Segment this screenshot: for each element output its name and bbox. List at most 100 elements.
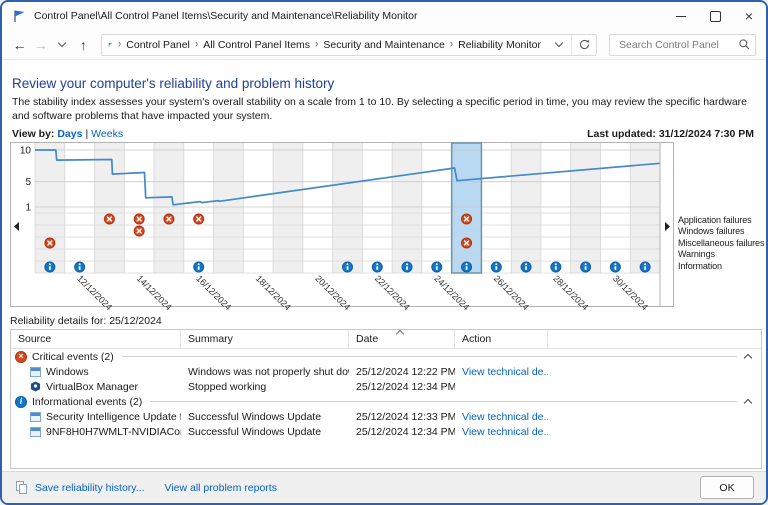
address-dropdown-button[interactable] [547, 35, 571, 55]
save-history-icon [16, 481, 27, 494]
view-technical-details-link[interactable]: View technical de... [462, 411, 548, 423]
y-tick-label: 5 [25, 177, 31, 188]
chart-day-column[interactable] [362, 143, 392, 273]
column-header-date[interactable]: Date [349, 330, 455, 348]
view-technical-details-link[interactable]: View technical de... [462, 366, 548, 378]
chart-day-column[interactable] [95, 143, 125, 273]
breadcrumb-item-reliability-monitor[interactable]: Reliability Monitor [458, 39, 541, 51]
collapse-chevron-icon[interactable] [744, 353, 752, 361]
refresh-button[interactable] [571, 35, 596, 55]
column-header-action[interactable]: Action [455, 330, 548, 348]
ok-button[interactable]: OK [700, 476, 754, 499]
windows-app-icon [30, 427, 41, 437]
row-label-application-failures: Application failures [678, 215, 764, 226]
group-divider [122, 356, 737, 357]
virtualbox-icon [30, 381, 41, 392]
page-description: The stability index assesses your system… [12, 96, 752, 123]
view-by-label: View by: [12, 128, 54, 140]
window-title: Control Panel\All Control Panel Items\Se… [34, 10, 417, 22]
back-button[interactable]: ← [10, 34, 29, 56]
view-by-separator: | [85, 128, 88, 140]
last-updated-label: Last updated: 31/12/2024 7:30 PM [587, 128, 754, 140]
chart-day-column[interactable] [422, 143, 452, 273]
security-flag-icon [108, 39, 113, 51]
chart-day-column[interactable] [392, 143, 422, 273]
chart-day-column[interactable] [333, 143, 363, 273]
close-icon: × [745, 9, 753, 23]
address-bar[interactable]: › Control Panel › All Control Panel Item… [101, 34, 597, 56]
chart-day-column[interactable] [154, 143, 184, 273]
y-tick-label: 1 [25, 203, 31, 214]
y-tick-label: 10 [20, 146, 32, 157]
chart-day-column[interactable] [452, 143, 482, 273]
minimize-button[interactable] [664, 2, 698, 30]
breadcrumb-separator: › [450, 39, 453, 51]
windows-app-icon [30, 412, 41, 422]
breadcrumb: › Control Panel › All Control Panel Item… [102, 39, 547, 51]
chart-day-column[interactable] [124, 143, 154, 273]
table-row-windows[interactable]: Windows Windows was not properly shut do… [11, 364, 761, 379]
information-icon: i [15, 396, 27, 408]
reliability-details-table: Source Summary Date Action × Critical ev… [10, 329, 762, 469]
chart-day-column[interactable] [303, 143, 333, 273]
chart-region: 105112/12/202414/12/202416/12/202418/12/… [2, 140, 766, 310]
chart-day-column[interactable] [481, 143, 511, 273]
reliability-chart[interactable]: 105112/12/202414/12/202416/12/202418/12/… [2, 140, 768, 310]
chart-day-column[interactable] [243, 143, 273, 273]
view-by-days-link[interactable]: Days [57, 128, 82, 140]
maximize-button[interactable] [698, 2, 732, 30]
critical-icon: × [15, 351, 27, 363]
recent-pages-button[interactable] [53, 34, 72, 56]
chart-day-column[interactable] [600, 143, 630, 273]
chart-day-column[interactable] [35, 143, 65, 273]
save-reliability-history-link[interactable]: Save reliability history... [35, 482, 145, 494]
column-header-summary[interactable]: Summary [181, 330, 349, 348]
collapse-chevron-icon[interactable] [744, 398, 752, 406]
chart-day-column[interactable] [511, 143, 541, 273]
breadcrumb-item-all-items[interactable]: All Control Panel Items [203, 39, 310, 51]
chart-row-labels: Application failures Windows failures Mi… [678, 215, 764, 272]
reliability-details-label: Reliability details for: 25/12/2024 [10, 315, 766, 327]
view-technical-details-link[interactable]: View technical de... [462, 426, 548, 438]
breadcrumb-separator: › [195, 39, 198, 51]
breadcrumb-item-control-panel[interactable]: Control Panel [126, 39, 190, 51]
column-header-source[interactable]: Source [11, 330, 181, 348]
minimize-icon [676, 16, 686, 17]
table-row-virtualbox[interactable]: VirtualBox Manager Stopped working 25/12… [11, 379, 761, 394]
breadcrumb-item-security-maintenance[interactable]: Security and Maintenance [323, 39, 444, 51]
refresh-icon [578, 38, 591, 51]
view-by-weeks-link[interactable]: Weeks [91, 128, 123, 140]
row-label-warnings: Warnings [678, 249, 764, 260]
chart-day-column[interactable] [214, 143, 244, 273]
chart-day-column[interactable] [273, 143, 303, 273]
windows-app-icon [30, 367, 41, 377]
group-label: Critical events (2) [32, 351, 114, 363]
table-row-nvidia-update[interactable]: 9NF8H0H7WMLT-NVIDIACorp.NV... Successful… [11, 424, 761, 439]
row-label-information: Information [678, 261, 764, 272]
chart-day-column[interactable] [571, 143, 601, 273]
page-title: Review your computer's reliability and p… [12, 76, 766, 91]
close-button[interactable]: × [732, 2, 766, 30]
sort-ascending-icon [396, 330, 404, 338]
view-all-problem-reports-link[interactable]: View all problem reports [165, 482, 277, 494]
chart-day-column[interactable] [630, 143, 660, 273]
group-row-critical-events[interactable]: × Critical events (2) [11, 349, 761, 364]
group-row-informational-events[interactable]: i Informational events (2) [11, 394, 761, 409]
row-label-miscellaneous-failures: Miscellaneous failures [678, 238, 764, 249]
breadcrumb-separator: › [315, 39, 318, 51]
search-box [609, 34, 756, 56]
forward-button[interactable]: → [31, 34, 50, 56]
title-bar: Control Panel\All Control Panel Items\Se… [2, 2, 766, 30]
column-header-filler [548, 330, 761, 348]
reliability-monitor-window: Control Panel\All Control Panel Items\Se… [0, 0, 768, 505]
table-row-security-intelligence-update[interactable]: Security Intelligence Update for M... Su… [11, 409, 761, 424]
table-header: Source Summary Date Action [11, 330, 761, 349]
group-label: Informational events (2) [32, 396, 142, 408]
chart-day-column[interactable] [541, 143, 571, 273]
search-input[interactable] [617, 38, 738, 52]
chart-day-column[interactable] [184, 143, 214, 273]
maximize-icon [710, 11, 721, 22]
security-flag-icon [12, 9, 26, 23]
up-button[interactable]: ↑ [74, 34, 93, 56]
chart-day-column[interactable] [65, 143, 95, 273]
